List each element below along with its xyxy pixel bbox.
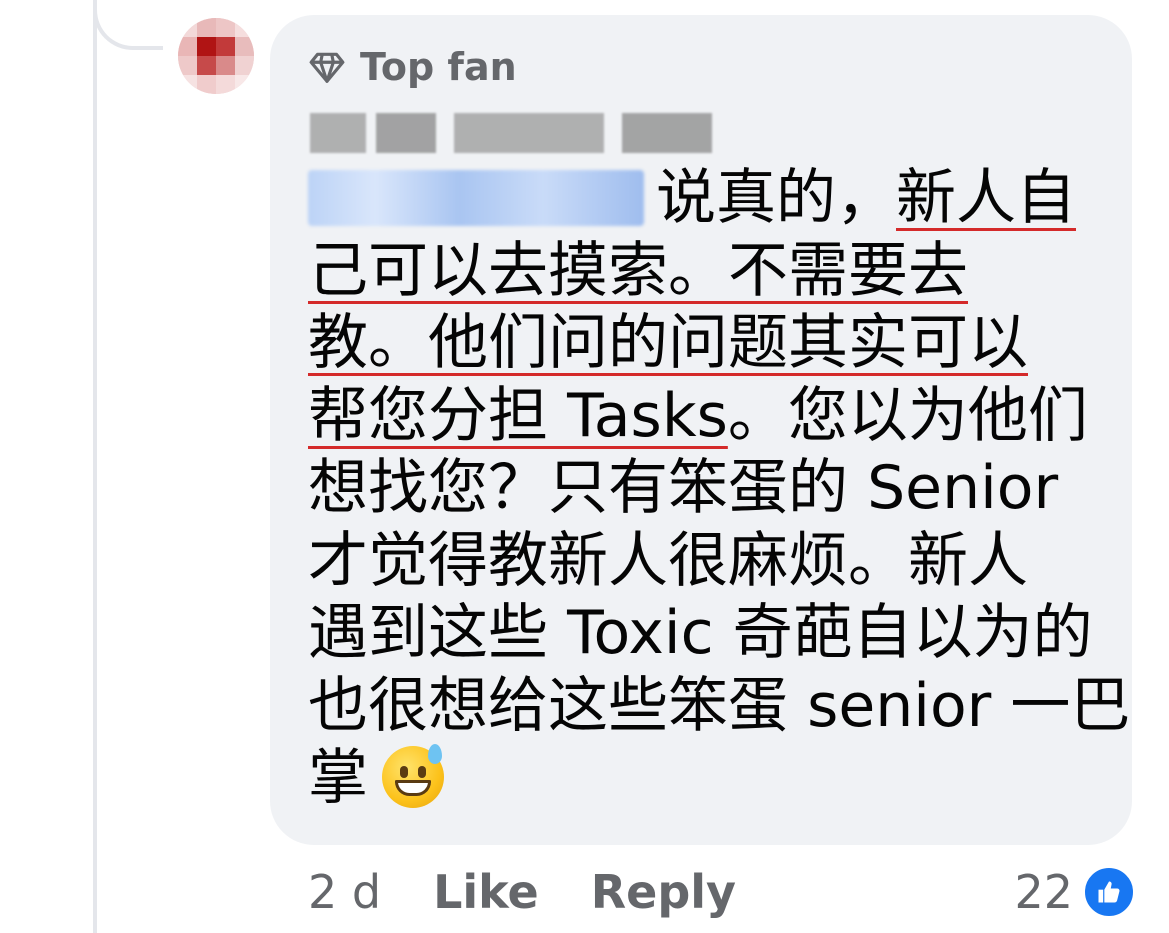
mention-tag-redacted[interactable] [308, 170, 644, 226]
top-fan-label: Top fan [360, 45, 517, 89]
author-name-redacted[interactable] [310, 106, 715, 160]
thumbs-up-icon [1083, 866, 1135, 918]
comment-actions: 2 d Like Reply [308, 864, 788, 920]
comment-thread: Top fan 说真的，新人自 己可以去摸索。不需要去 教。他们问的问题其实可以… [0, 0, 1169, 933]
comment-line: 掌 [308, 742, 1108, 815]
avatar[interactable] [178, 18, 254, 94]
comment-line: 才觉得教新人很麻烦。新人 [308, 525, 1028, 596]
comment-line: 己可以去摸索。不需要去 [308, 235, 968, 306]
comment-text: 说真的，新人自 己可以去摸索。不需要去 教。他们问的问题其实可以 帮您分担 Ta… [308, 162, 1131, 815]
comment-line: 想找您？只有笨蛋的 Senior [308, 453, 1059, 523]
reaction-summary[interactable]: 22 [1014, 864, 1135, 920]
top-fan-badge: Top fan [308, 44, 517, 90]
reply-button[interactable]: Reply [591, 864, 736, 920]
grinning-sweat-emoji-icon [382, 744, 444, 808]
comment-line: 说真的，新人自 [308, 162, 1108, 235]
diamond-icon [309, 52, 345, 83]
comment-line: 帮您分担 Tasks。您以为他们 [308, 380, 1088, 451]
thread-connector-curve [93, 0, 163, 50]
comment-line: 教。他们问的问题其实可以 [308, 308, 1028, 378]
comment-line: 遇到这些 Toxic 奇葩自以为的 [308, 598, 1093, 668]
thread-connector-line [93, 0, 97, 933]
timestamp[interactable]: 2 d [308, 864, 381, 920]
like-button[interactable]: Like [433, 864, 539, 920]
comment-line: 也很想给这些笨蛋 senior 一巴 [308, 670, 1131, 741]
reaction-count: 22 [1014, 865, 1073, 919]
